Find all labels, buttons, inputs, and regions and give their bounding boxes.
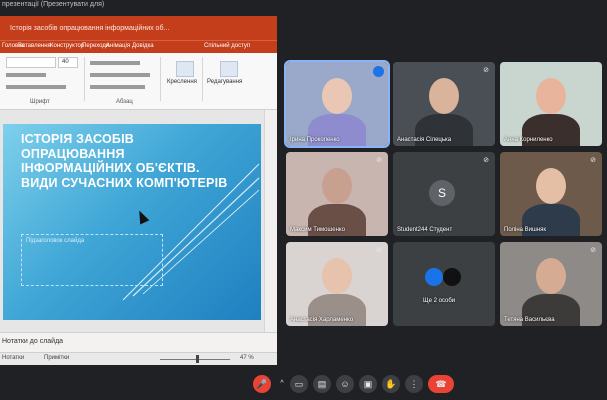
ppt-menu-item[interactable]: Довідка (132, 43, 154, 49)
slide-canvas: ІСТОРІЯ ЗАСОБІВ ОПРАЦЮВАННЯ ІНФОРМАЦІЙНИ… (0, 110, 277, 332)
participant-tile[interactable]: Ірина Прокопенко (284, 60, 390, 148)
editing-label: Редагування (207, 79, 243, 85)
participant-tile[interactable]: ⊘ Поліна Вишняк (500, 152, 602, 236)
camera-icon[interactable]: ▭ (290, 375, 308, 393)
comments-button[interactable]: Примітки (44, 355, 69, 361)
participant-video-face (322, 78, 352, 114)
format-buttons-row (6, 85, 66, 89)
participant-video-face (536, 168, 566, 204)
meeting-controls: 🎤 ^ ▭ ▤ ☺ ▣ ✋ ⋮ ☎ (0, 370, 607, 400)
font-name-box[interactable] (6, 57, 56, 68)
present-screen-icon[interactable]: ▣ (359, 375, 377, 393)
paragraph-buttons-row (90, 85, 145, 89)
ppt-status-bar: Нотатки Примітки 47 % (0, 352, 277, 365)
paragraph-group-label: Абзац (116, 99, 133, 105)
captions-icon[interactable]: ▤ (313, 375, 331, 393)
zoom-level: 47 % (240, 355, 254, 361)
avatar (443, 268, 461, 286)
speaking-indicator-icon (373, 66, 384, 77)
participant-tile[interactable]: ⊘ Тетяна Васильєва (500, 242, 602, 326)
participant-tile[interactable]: S ⊘ Student244 Студент (393, 152, 495, 236)
mic-off-icon: ⊘ (483, 67, 489, 74)
ppt-menu-item[interactable]: Вставлення (18, 43, 51, 49)
format-buttons-row (6, 73, 46, 77)
zoom-slider[interactable] (160, 359, 230, 360)
participant-video-face (429, 78, 459, 114)
leave-call-button[interactable]: ☎ (428, 375, 454, 393)
drawing-label: Креслення (167, 79, 197, 85)
paragraph-buttons-row (90, 73, 150, 77)
slide-title: ІСТОРІЯ ЗАСОБІВ ОПРАЦЮВАННЯ ІНФОРМАЦІЙНИ… (21, 132, 228, 190)
zoom-slider-thumb[interactable] (196, 355, 199, 363)
mic-off-icon: ⊘ (376, 247, 382, 254)
participant-tile[interactable]: Анна Корниленко (500, 62, 602, 146)
mic-off-icon[interactable]: 🎤 (253, 375, 271, 393)
ppt-title-bar: Історія засобів опрацювання інформаційни… (0, 16, 277, 40)
participant-video-face (322, 258, 352, 294)
chevron-up-icon[interactable]: ^ (278, 375, 286, 393)
emoji-icon[interactable]: ☺ (336, 375, 354, 393)
notes-pane[interactable]: Нотатки до слайда (0, 332, 277, 353)
slide[interactable]: ІСТОРІЯ ЗАСОБІВ ОПРАЦЮВАННЯ ІНФОРМАЦІЙНИ… (3, 124, 261, 320)
mic-off-icon: ⊘ (590, 157, 596, 164)
participant-tile[interactable]: ⊘ Максим Тимошенко (286, 152, 388, 236)
mic-off-icon: ⊘ (590, 247, 596, 254)
participant-tile[interactable]: ⊘ Анастасія Харламенко (286, 242, 388, 326)
raise-hand-icon[interactable]: ✋ (382, 375, 400, 393)
avatar: S (429, 180, 455, 206)
notes-button[interactable]: Нотатки (2, 355, 24, 361)
ppt-menu-item[interactable]: Конструктор (50, 43, 84, 49)
mic-off-icon: ⊘ (483, 157, 489, 164)
ppt-document-title: Історія засобів опрацювання інформаційни… (10, 25, 170, 32)
ppt-menu-item[interactable]: Анімація (106, 43, 130, 49)
mic-off-icon: ⊘ (376, 157, 382, 164)
participant-video-face (536, 258, 566, 294)
font-group-label: Шрифт (30, 99, 50, 105)
font-size-box[interactable]: 40 (58, 57, 78, 68)
ppt-ribbon: 40 Креслення Редагування Шрифт Абзац (0, 53, 277, 110)
ppt-share-button[interactable]: Спільний доступ (204, 43, 250, 49)
more-options-icon[interactable]: ⋮ (405, 375, 423, 393)
participant-video-face (536, 78, 566, 114)
more-participants-tile[interactable]: Ще 2 особи (393, 242, 495, 326)
drawing-button[interactable] (176, 61, 194, 77)
slide-scrollbar[interactable] (264, 110, 277, 332)
presentation-title: презентації (Презентувати для) (2, 1, 105, 8)
participant-tile[interactable]: ⊘ Анастасія Сілецька (393, 62, 495, 146)
participant-video-face (322, 168, 352, 204)
meeting-topbar: презентації (Презентувати для) (0, 0, 607, 14)
shared-screen-powerpoint: Історія засобів опрацювання інформаційни… (0, 16, 277, 365)
avatar (425, 268, 443, 286)
ppt-menu-bar: Головна Вставлення Конструктор Переходи … (0, 40, 277, 54)
paragraph-buttons-row (90, 61, 140, 65)
subtitle-placeholder[interactable]: Підзаголовок слайда (21, 234, 163, 286)
editing-button[interactable] (220, 61, 238, 77)
